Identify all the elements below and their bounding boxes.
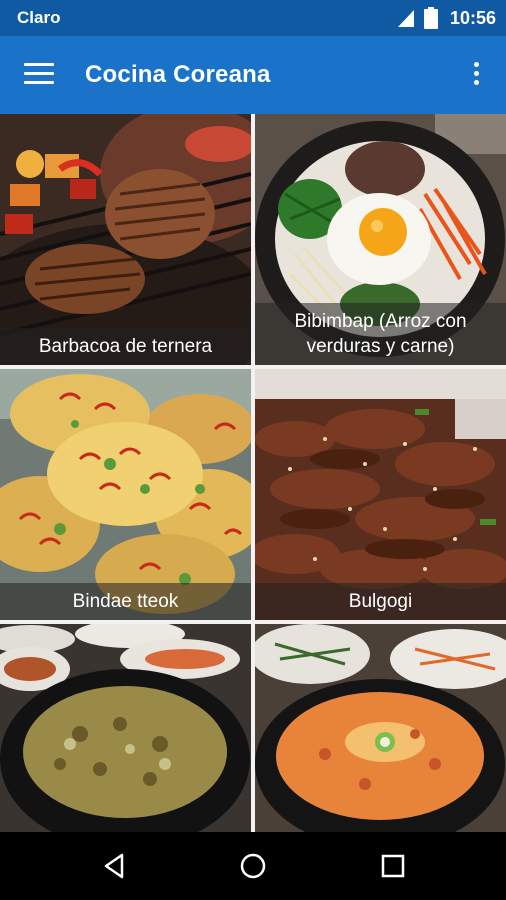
navigation-bar (0, 832, 506, 900)
recents-icon[interactable] (378, 851, 408, 881)
back-icon[interactable] (100, 851, 130, 881)
tile-caption: Bindae tteok (0, 583, 251, 620)
clock: 10:56 (449, 7, 496, 28)
recipe-tile-bibimbap[interactable]: Bibimbap (Arroz con verduras y carne) (255, 114, 506, 365)
soup-photo (255, 624, 506, 832)
signal-icon (397, 10, 414, 27)
carrier-name: Claro (17, 8, 61, 27)
tile-caption: Bulgogi (255, 583, 506, 620)
recipe-tile-6[interactable] (255, 624, 506, 832)
home-icon[interactable] (238, 851, 268, 881)
status-bar: Claro 10:56 (0, 0, 506, 36)
recipe-tile-barbacoa[interactable]: Barbacoa de ternera (0, 114, 251, 365)
tile-caption: Barbacoa de ternera (0, 328, 251, 365)
menu-icon[interactable] (24, 63, 56, 87)
recipe-tile-bulgogi[interactable]: Bulgogi (255, 369, 506, 620)
app-title: Cocina Coreana (85, 61, 271, 88)
status-icons: 10:56 (396, 7, 496, 29)
app-bar: Cocina Coreana (0, 36, 506, 114)
stew-photo (0, 624, 251, 832)
recipe-tile-5[interactable] (0, 624, 251, 832)
battery-icon (423, 7, 438, 29)
recipe-tile-bindae-tteok[interactable]: Bindae tteok (0, 369, 251, 620)
tile-caption: Bibimbap (Arroz con verduras y carne) (255, 303, 506, 365)
more-vert-icon[interactable] (470, 62, 482, 90)
recipe-grid: Barbacoa de ternera Bibimbap (Arroz con … (0, 114, 506, 832)
